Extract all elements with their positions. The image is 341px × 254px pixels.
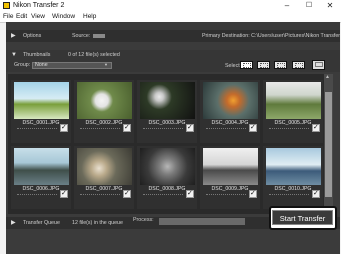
thumbnail-tile[interactable]: DSC_0007.JPG ✓ bbox=[74, 146, 134, 209]
thumbnail-image[interactable] bbox=[203, 82, 258, 119]
thumbnail-tile[interactable]: DSC_0001.JPG ✓ bbox=[11, 80, 71, 143]
menu-help[interactable]: Help bbox=[83, 12, 96, 22]
thumbnail-tile[interactable]: DSC_0003.JPG ✓ bbox=[137, 80, 197, 143]
thumbnails-label[interactable]: Thumbnails bbox=[23, 51, 50, 59]
thumbnail-image[interactable] bbox=[77, 148, 132, 185]
thumbnails-header: ▼ Thumbnails 0 of 12 file(s) selected Gr… bbox=[6, 50, 340, 72]
process-label: Process: bbox=[133, 217, 154, 223]
scrollbar-thumb[interactable] bbox=[325, 92, 332, 197]
thumbnail-image[interactable] bbox=[77, 82, 132, 119]
file-checkbox[interactable]: ✓ bbox=[186, 124, 194, 132]
primary-destination: Primary Destination: C:\Users\user\Pictu… bbox=[202, 33, 341, 39]
thumbnail-image[interactable] bbox=[266, 82, 321, 119]
title-bar: Nikon Transfer 2 – ☐ ✕ bbox=[0, 0, 341, 12]
select-protected-button[interactable] bbox=[257, 61, 270, 69]
start-transfer-button[interactable]: Start Transfer bbox=[272, 210, 333, 225]
expand-transfer-queue-icon[interactable]: ▶ bbox=[11, 219, 16, 226]
select-new-button[interactable] bbox=[274, 61, 287, 69]
select-all-button[interactable] bbox=[240, 61, 253, 69]
thumbnail-tile[interactable]: DSC_0009.JPG ✓ bbox=[200, 146, 260, 209]
file-checkbox[interactable]: ✓ bbox=[249, 124, 257, 132]
thumbnail-tile[interactable]: DSC_0004.JPG ✓ bbox=[200, 80, 260, 143]
thumbnail-grid: DSC_0001.JPG ✓ DSC_0002.JPG ✓ DSC_0003.J… bbox=[8, 74, 324, 214]
source-label: Source: bbox=[72, 33, 91, 39]
group-dropdown-value: None bbox=[35, 62, 48, 68]
queue-status: 12 file(s) in the queue bbox=[72, 220, 123, 226]
close-button[interactable]: ✕ bbox=[320, 0, 340, 12]
thumbnail-tile[interactable]: DSC_0010.JPG ✓ bbox=[263, 146, 323, 209]
menu-window[interactable]: Window bbox=[52, 12, 75, 22]
expand-options-icon[interactable]: ▶ bbox=[11, 32, 16, 39]
window-title: Nikon Transfer 2 bbox=[13, 2, 65, 9]
file-checkbox[interactable]: ✓ bbox=[60, 190, 68, 198]
file-checkbox[interactable]: ✓ bbox=[123, 124, 131, 132]
file-checkbox[interactable]: ✓ bbox=[123, 190, 131, 198]
menu-file[interactable]: File bbox=[3, 12, 13, 22]
file-checkbox[interactable]: ✓ bbox=[186, 190, 194, 198]
thumbnail-tile[interactable]: DSC_0002.JPG ✓ bbox=[74, 80, 134, 143]
nikon-app-icon bbox=[3, 2, 10, 9]
file-checkbox[interactable]: ✓ bbox=[312, 124, 320, 132]
select-none-button[interactable] bbox=[292, 61, 305, 69]
options-bar: ▶ Options Source: Primary Destination: C… bbox=[6, 30, 341, 42]
thumbnail-tile[interactable]: DSC_0008.JPG ✓ bbox=[137, 146, 197, 209]
maximize-button[interactable]: ☐ bbox=[299, 0, 319, 12]
file-checkbox[interactable]: ✓ bbox=[312, 190, 320, 198]
menu-view[interactable]: View bbox=[31, 12, 45, 22]
thumbnail-scrollbar[interactable]: ▲ ▼ bbox=[324, 74, 333, 214]
group-dropdown[interactable]: None ▼ bbox=[32, 62, 112, 69]
menu-edit[interactable]: Edit bbox=[16, 12, 27, 22]
select-label: Select: bbox=[225, 63, 242, 69]
file-checkbox[interactable]: ✓ bbox=[60, 124, 68, 132]
thumbnail-image[interactable] bbox=[14, 82, 69, 119]
minimize-button[interactable]: – bbox=[277, 0, 297, 12]
collapse-thumbnails-icon[interactable]: ▼ bbox=[11, 52, 17, 58]
nikon-transfer-window: Nikon Transfer 2 – ☐ ✕ File Edit View Wi… bbox=[0, 0, 341, 254]
thumbnail-image[interactable] bbox=[266, 148, 321, 185]
selected-count: 0 of 12 file(s) selected bbox=[68, 52, 120, 58]
options-label[interactable]: Options bbox=[23, 32, 41, 40]
group-label: Group: bbox=[14, 62, 31, 68]
thumbnail-tile[interactable]: DSC_0006.JPG ✓ bbox=[11, 146, 71, 209]
source-device-icon bbox=[93, 34, 105, 38]
thumbnail-tile[interactable]: DSC_0005.JPG ✓ bbox=[263, 80, 323, 143]
process-progress-bar bbox=[159, 218, 245, 225]
thumbnail-image[interactable] bbox=[14, 148, 69, 185]
thumbnail-image[interactable] bbox=[203, 148, 258, 185]
chevron-down-icon: ▼ bbox=[104, 62, 108, 67]
thumbnail-image[interactable] bbox=[140, 82, 195, 119]
scroll-up-icon[interactable]: ▲ bbox=[325, 73, 330, 81]
thumbnail-image[interactable] bbox=[140, 148, 195, 185]
thumbnail-size-button[interactable] bbox=[312, 60, 325, 70]
file-checkbox[interactable]: ✓ bbox=[249, 190, 257, 198]
transfer-queue-label[interactable]: Transfer Queue bbox=[23, 219, 60, 227]
